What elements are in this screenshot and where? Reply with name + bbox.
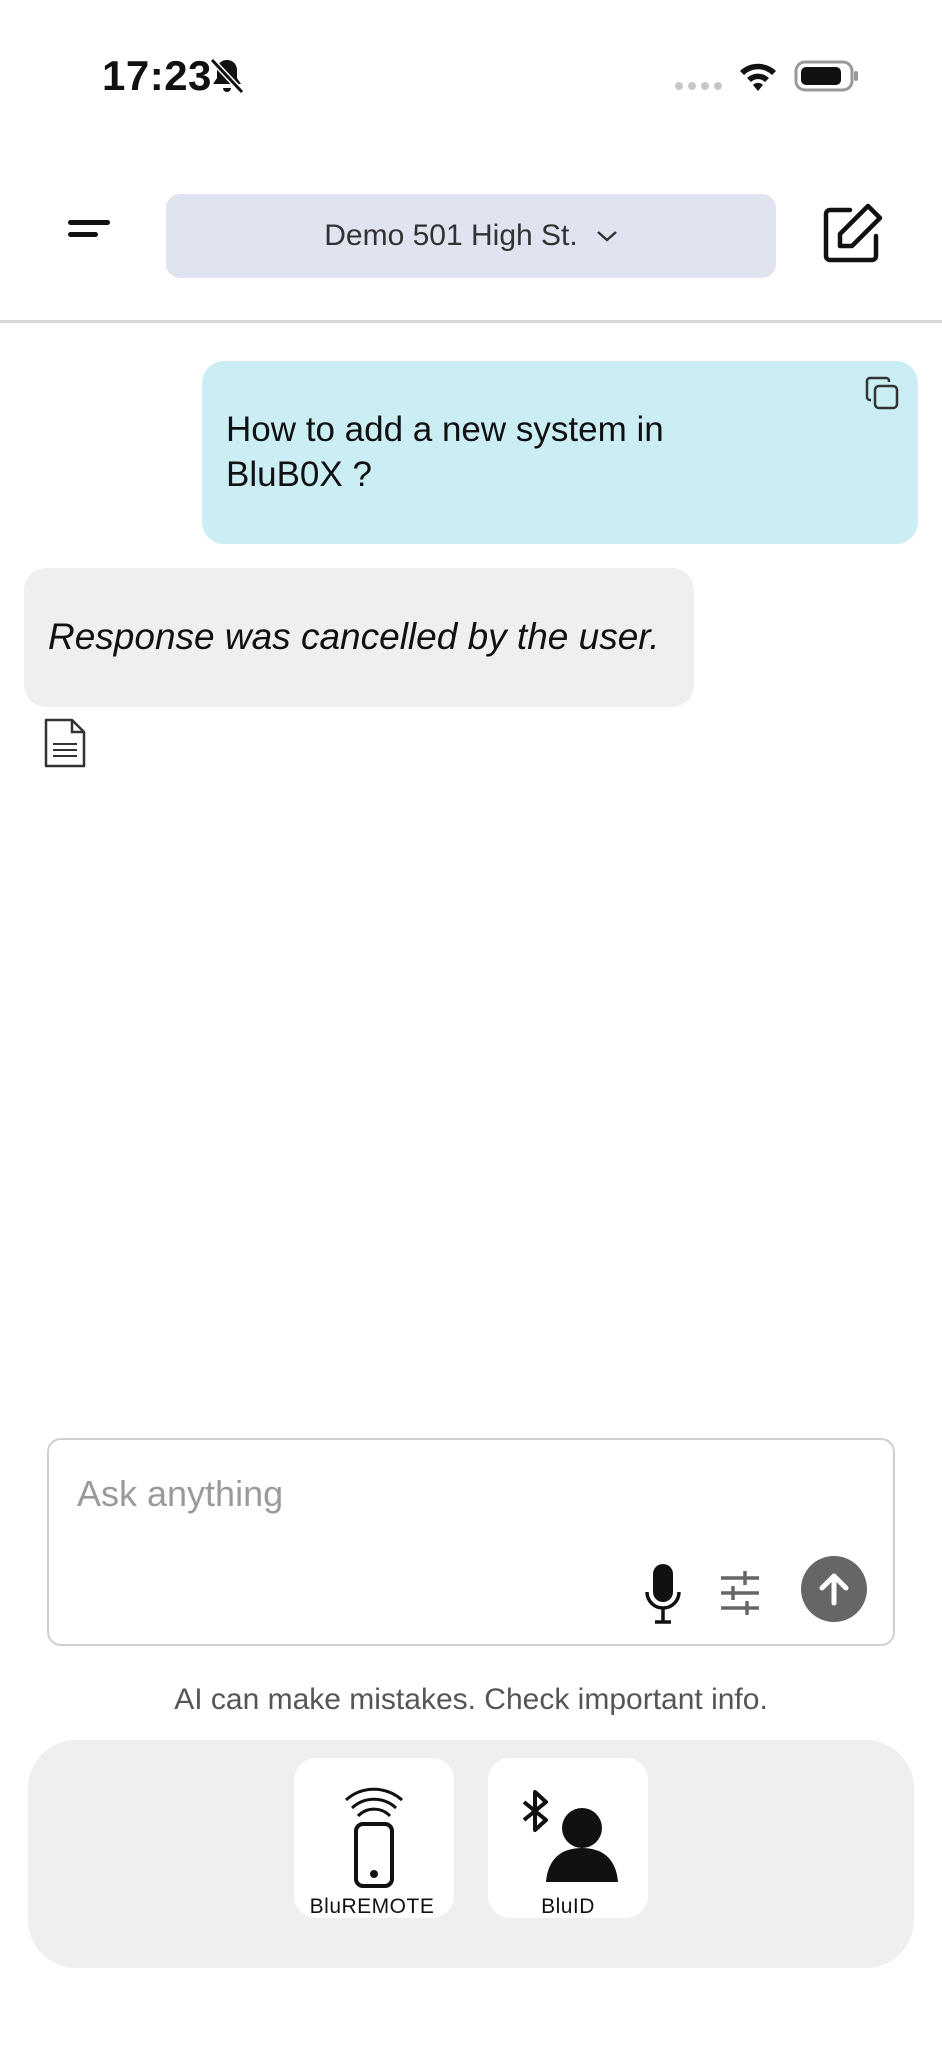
user-message-text: How to add a new system in BluB0X ? <box>226 410 664 494</box>
chevron-down-icon <box>596 231 617 242</box>
dock-label-bluremote: BluREMOTE <box>309 1895 435 1918</box>
copy-icon[interactable] <box>864 375 900 411</box>
dock-label-bluid: BluID <box>541 1895 595 1918</box>
app-header: Demo 501 High St. <box>0 150 942 323</box>
site-selector-label: Demo 501 High St. <box>324 219 578 252</box>
ask-input[interactable] <box>77 1464 837 1524</box>
ai-disclaimer: AI can make mistakes. Check important in… <box>174 1683 768 1716</box>
ai-message-bubble: Response was cancelled by the user. <box>24 568 694 707</box>
send-button[interactable] <box>801 1556 867 1622</box>
status-bar: 17:23 <box>0 0 942 150</box>
dock-item-bluid[interactable] <box>488 1758 648 1918</box>
remote-phone-icon <box>345 1787 403 1888</box>
send-arrow-icon <box>819 1573 849 1606</box>
menu-icon[interactable] <box>60 214 116 248</box>
battery-icon <box>794 60 858 92</box>
microphone-icon[interactable] <box>641 1560 685 1626</box>
bluetooth-user-icon <box>522 1790 618 1882</box>
user-message-bubble: How to add a new system in BluB0X ? <box>202 361 918 544</box>
sliders-icon[interactable] <box>717 1568 763 1618</box>
site-selector[interactable]: Demo 501 High St. <box>166 194 776 278</box>
app-dock <box>28 1740 914 1968</box>
dock-item-bluremote[interactable] <box>294 1758 454 1918</box>
status-time: 17:23 <box>102 52 212 99</box>
wifi-icon <box>740 63 776 91</box>
cellular-signal-icon <box>675 82 722 90</box>
chat-composer <box>47 1438 895 1646</box>
bell-slash-icon <box>209 57 245 95</box>
ai-message-text: Response was cancelled by the user. <box>48 616 660 657</box>
document-icon[interactable] <box>42 718 88 768</box>
compose-icon[interactable] <box>820 202 884 266</box>
